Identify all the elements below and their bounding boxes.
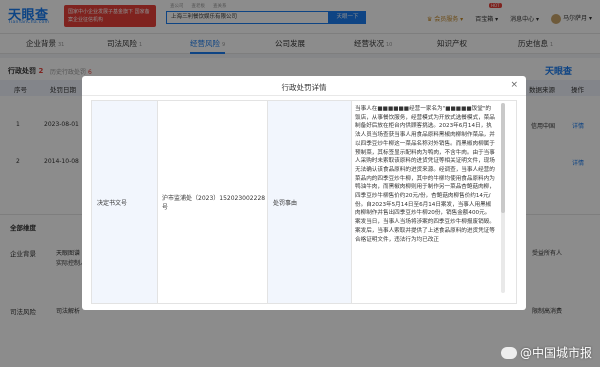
weibo-icon	[500, 346, 517, 359]
watermark-text: @中国城市报	[519, 346, 592, 360]
reason-label: 处罚事由	[268, 101, 352, 303]
penalty-detail-modal: 行政处罚详情 × 决定书文号 沪市监浦处（2023）152023002228号 …	[82, 76, 526, 310]
reason-scrollbar[interactable]	[501, 103, 505, 293]
modal-divider	[82, 95, 526, 96]
doc-number-label: 决定书文号	[92, 101, 158, 303]
modal-title: 行政处罚详情	[281, 83, 327, 92]
watermark: @中国城市报	[500, 344, 592, 361]
scroll-thumb[interactable]	[501, 103, 505, 213]
detail-table: 决定书文号 沪市监浦处（2023）152023002228号 处罚事由 当事人在…	[91, 100, 517, 304]
close-icon[interactable]: ×	[510, 80, 518, 90]
reason-text: 当事人在■■■■■■经营一家名为"■■■■■饭堂"的饭店，从事餐饮服务，经营模式…	[355, 106, 495, 243]
doc-number-value: 沪市监浦处（2023）152023002228号	[158, 101, 268, 303]
